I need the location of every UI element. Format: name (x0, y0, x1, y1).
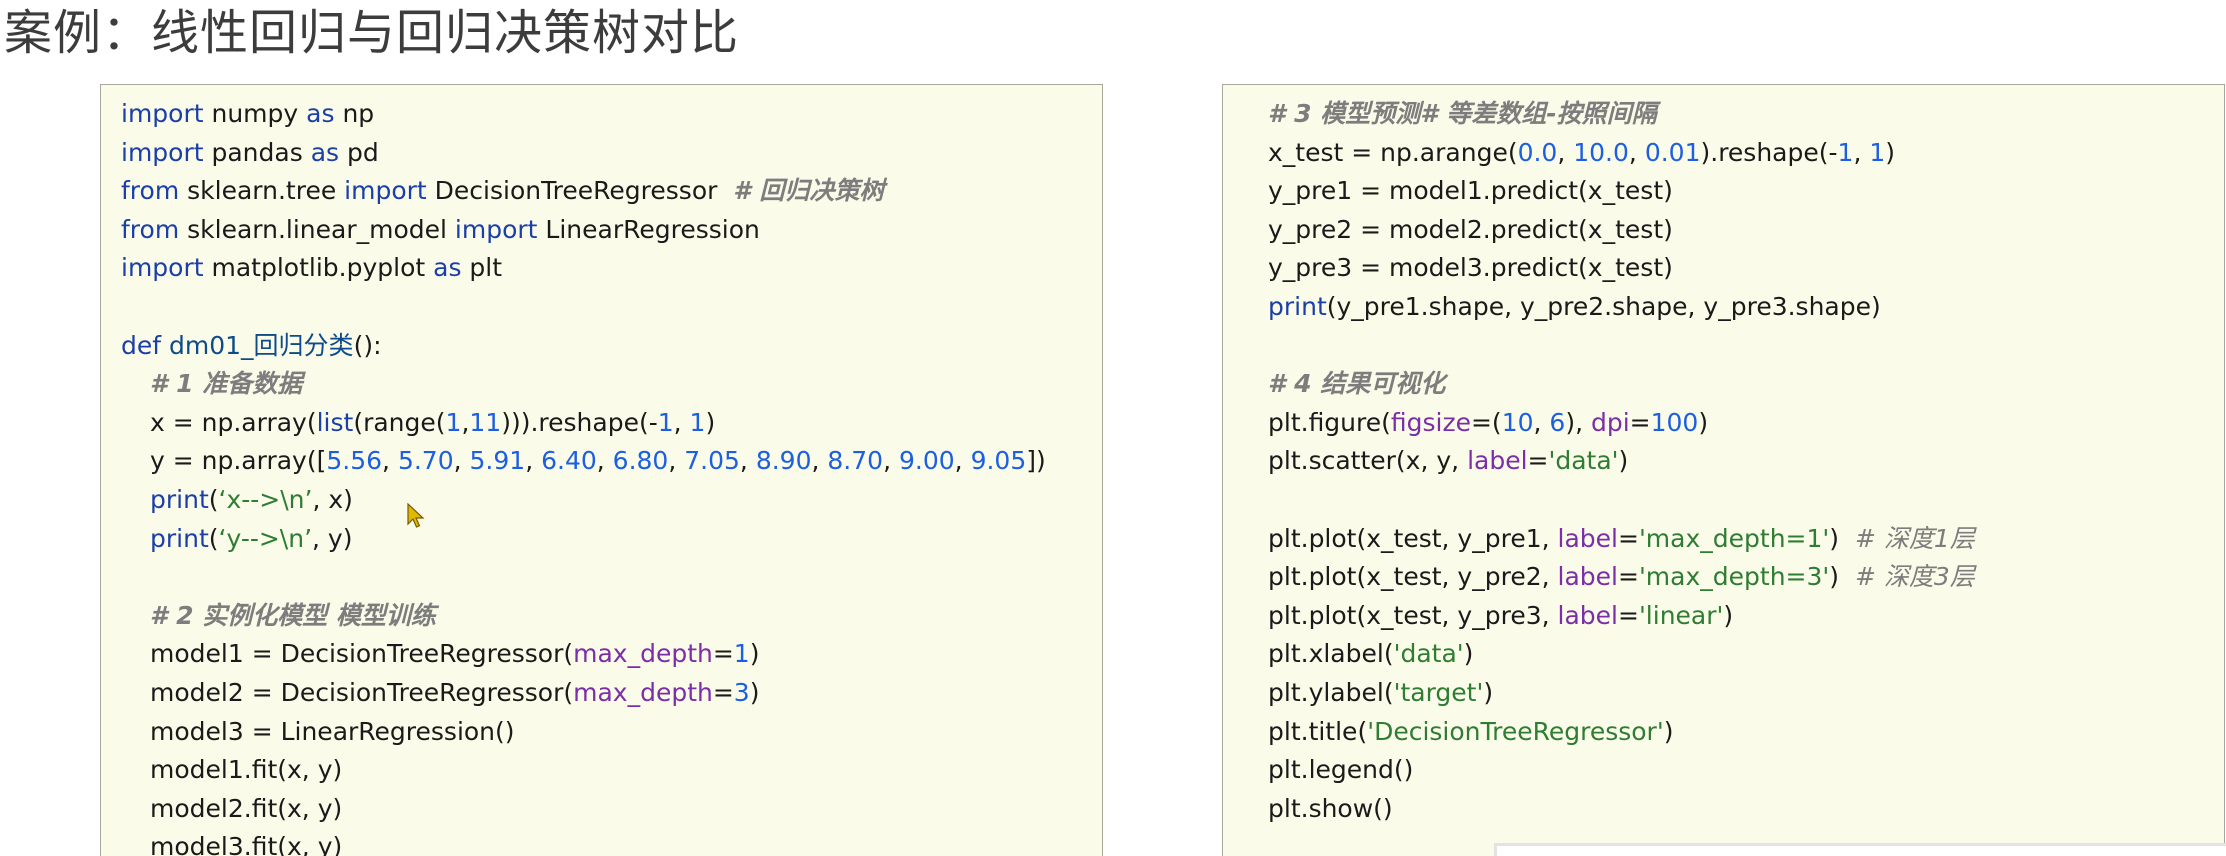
code-line: def dm01_回归分类(): (121, 330, 382, 360)
code-line: y = np.array([5.56, 5.70, 5.91, 6.40, 6.… (150, 446, 1046, 476)
code-line: model2.fit(x, y) (150, 793, 343, 823)
code-line: print(‘x-->\n’, x) (150, 484, 353, 514)
code-comment-line: # 1 准备数据 (150, 369, 303, 399)
code-line: plt.plot(x_test, y_pre1, label='max_dept… (1268, 523, 1975, 553)
code-line: model1.fit(x, y) (150, 755, 343, 785)
code-line: model3 = LinearRegression() (150, 716, 515, 746)
code-line: import matplotlib.pyplot as plt (121, 253, 503, 283)
code-comment-line: # 2 实例化模型 模型训练 (150, 600, 436, 630)
code-line: y_pre2 = model2.predict(x_test) (1268, 214, 1673, 244)
code-line: model3.fit(x, y) (150, 832, 343, 856)
left-code-panel: import numpy as np import pandas as pd f… (100, 84, 1103, 856)
overlay-panel-edge (1494, 843, 2226, 856)
right-code-lines: # 3 模型预测# 等差数组-按照间隔 x_test = np.arange(0… (1268, 95, 2224, 828)
code-line: plt.scatter(x, y, label='data') (1268, 446, 1629, 476)
code-line: x_test = np.arange(0.0, 10.0, 0.01).resh… (1268, 137, 1896, 167)
code-line: plt.legend() (1268, 755, 1414, 785)
code-comment-line: # 4 结果可视化 (1268, 369, 1446, 399)
code-line: import numpy as np (121, 99, 375, 128)
code-line: from sklearn.tree import DecisionTreeReg… (121, 176, 885, 206)
code-line: plt.title('DecisionTreeRegressor') (1268, 716, 1674, 746)
code-comment-line: # 3 模型预测# 等差数组-按照间隔 (1268, 99, 1657, 128)
code-line: plt.figure(figsize=(10, 6), dpi=100) (1268, 407, 1709, 437)
code-line: print(‘y-->\n’, y) (150, 523, 353, 553)
code-line: import pandas as pd (121, 137, 379, 167)
code-line: plt.show() (1268, 793, 1393, 823)
code-line: plt.plot(x_test, y_pre2, label='max_dept… (1268, 562, 1975, 592)
code-line: y_pre1 = model1.predict(x_test) (1268, 176, 1673, 206)
code-line: from sklearn.linear_model import LinearR… (121, 214, 760, 244)
code-line: print(y_pre1.shape, y_pre2.shape, y_pre3… (1268, 291, 1881, 321)
code-line: plt.plot(x_test, y_pre3, label='linear') (1268, 600, 1734, 630)
code-line: y_pre3 = model3.predict(x_test) (1268, 253, 1673, 283)
slide-title: 案例：线性回归与回归决策树对比 (4, 5, 740, 61)
code-line: x = np.array(list(range(1,11))).reshape(… (150, 407, 716, 437)
left-code-lines: import numpy as np import pandas as pd f… (121, 95, 1102, 856)
code-line: model2 = DecisionTreeRegressor(max_depth… (150, 677, 760, 707)
right-code-panel: # 3 模型预测# 等差数组-按照间隔 x_test = np.arange(0… (1222, 84, 2225, 856)
code-line: plt.ylabel('target') (1268, 677, 1494, 707)
code-line: model1 = DecisionTreeRegressor(max_depth… (150, 639, 760, 669)
code-line: plt.xlabel('data') (1268, 639, 1474, 669)
